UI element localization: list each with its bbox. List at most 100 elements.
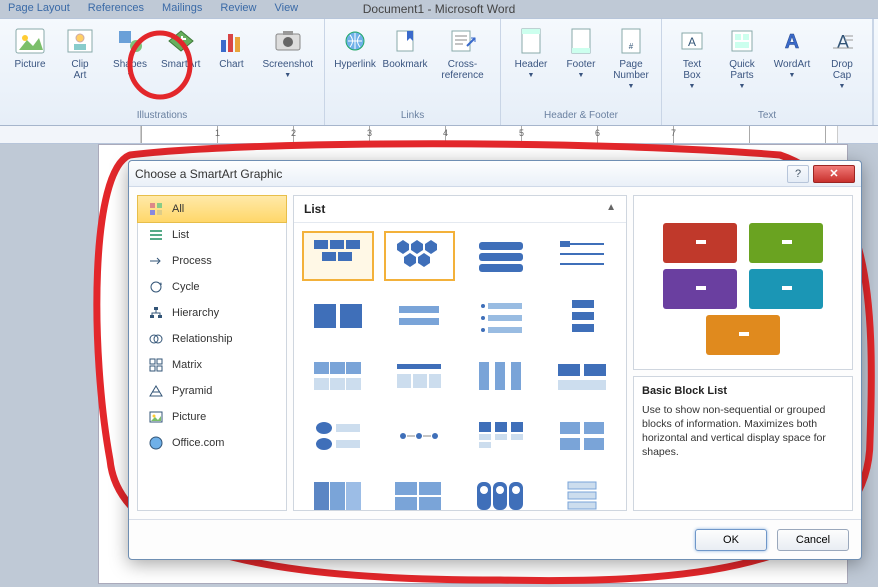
category-list-item[interactable]: List bbox=[138, 222, 286, 248]
dialog-buttons: OK Cancel bbox=[129, 519, 861, 559]
shapes-label: Shapes bbox=[113, 59, 147, 70]
chevron-down-icon: ▼ bbox=[578, 72, 585, 79]
svg-text:A: A bbox=[785, 31, 799, 53]
description-title: Basic Block List bbox=[642, 385, 844, 397]
hyperlink-label: Hyperlink bbox=[334, 59, 376, 70]
group-label-headerfooter: Header & Footer bbox=[544, 108, 618, 125]
wordart-icon: A bbox=[776, 25, 808, 57]
clipart-icon bbox=[64, 25, 96, 57]
hierarchy-icon bbox=[148, 305, 164, 321]
wordart-button[interactable]: A WordArt ▼ bbox=[770, 23, 814, 92]
description-text: Use to show non-sequential or grouped bl… bbox=[642, 403, 844, 459]
scroll-up-icon[interactable]: ▲ bbox=[606, 202, 616, 216]
clipart-button[interactable]: Clip Art bbox=[58, 23, 102, 83]
gallery-item[interactable] bbox=[547, 471, 619, 510]
picture-icon bbox=[14, 25, 46, 57]
help-button[interactable]: ? bbox=[787, 165, 809, 183]
relationship-icon bbox=[148, 331, 164, 347]
category-cycle[interactable]: Cycle bbox=[138, 274, 286, 300]
dialog-titlebar[interactable]: Choose a SmartArt Graphic ? ✕ bbox=[129, 161, 861, 187]
gallery-item[interactable] bbox=[465, 471, 537, 510]
textbox-label: Text Box bbox=[683, 59, 701, 81]
hyperlink-button[interactable]: Hyperlink bbox=[333, 23, 377, 83]
clipart-label: Clip Art bbox=[71, 59, 88, 81]
ribbon-tabs: Page Layout References Mailings Review V… bbox=[0, 2, 298, 14]
dropcap-button[interactable]: A Drop Cap ▼ bbox=[820, 23, 864, 92]
tab-page-layout[interactable]: Page Layout bbox=[8, 2, 70, 14]
textbox-button[interactable]: A Text Box ▼ bbox=[670, 23, 714, 92]
gallery-item[interactable] bbox=[302, 351, 374, 401]
bookmark-icon bbox=[389, 25, 421, 57]
wordart-label: WordArt bbox=[774, 59, 811, 70]
gallery-item[interactable] bbox=[302, 231, 374, 281]
gallery-item[interactable] bbox=[302, 471, 374, 510]
tab-references[interactable]: References bbox=[88, 2, 144, 14]
category-process[interactable]: Process bbox=[138, 248, 286, 274]
cancel-button[interactable]: Cancel bbox=[777, 529, 849, 551]
ribbon-side-options: Signatu Date & Object bbox=[873, 19, 878, 125]
gallery-item[interactable] bbox=[547, 231, 619, 281]
gallery-item[interactable] bbox=[547, 351, 619, 401]
close-button[interactable]: ✕ bbox=[813, 165, 855, 183]
ribbon-group-links: Hyperlink Bookmark Cross-reference Links bbox=[325, 19, 501, 125]
tab-mailings[interactable]: Mailings bbox=[162, 2, 202, 14]
picture-button[interactable]: Picture bbox=[8, 23, 52, 83]
category-all[interactable]: All bbox=[137, 195, 287, 223]
category-picture[interactable]: Picture bbox=[138, 404, 286, 430]
gallery-item[interactable] bbox=[302, 411, 374, 461]
ok-button[interactable]: OK bbox=[695, 529, 767, 551]
header-button[interactable]: Header ▼ bbox=[509, 23, 553, 92]
hyperlink-icon bbox=[339, 25, 371, 57]
chart-label: Chart bbox=[219, 59, 243, 70]
gallery-item[interactable] bbox=[465, 291, 537, 341]
gallery-item[interactable] bbox=[465, 351, 537, 401]
crossref-label: Cross-reference bbox=[436, 59, 489, 81]
smartart-button[interactable]: SmartArt bbox=[158, 23, 203, 83]
footer-label: Footer bbox=[567, 59, 596, 70]
category-matrix[interactable]: Matrix bbox=[138, 352, 286, 378]
category-relationship[interactable]: Relationship bbox=[138, 326, 286, 352]
category-pyramid[interactable]: Pyramid bbox=[138, 378, 286, 404]
crossref-icon bbox=[447, 25, 479, 57]
screenshot-icon bbox=[272, 25, 304, 57]
chevron-down-icon: ▼ bbox=[127, 72, 134, 79]
gallery-item[interactable] bbox=[547, 411, 619, 461]
gallery-item[interactable] bbox=[384, 291, 456, 341]
dropcap-icon: A bbox=[826, 25, 858, 57]
ribbon-group-illustrations: Picture Clip Art Shapes ▼ SmartArt bbox=[0, 19, 325, 125]
app-title: Document1 - Microsoft Word bbox=[363, 2, 516, 16]
chart-button[interactable]: Chart bbox=[209, 23, 253, 83]
bookmark-button[interactable]: Bookmark bbox=[383, 23, 427, 83]
tab-view[interactable]: View bbox=[274, 2, 298, 14]
gallery-item[interactable] bbox=[465, 231, 537, 281]
ruler-scale: 1 2 3 4 5 6 7 bbox=[140, 126, 838, 143]
description-box: Basic Block List Use to show non-sequent… bbox=[633, 376, 853, 511]
shapes-button[interactable]: Shapes ▼ bbox=[108, 23, 152, 83]
screenshot-label: Screenshot bbox=[262, 59, 313, 70]
chevron-down-icon: ▼ bbox=[789, 72, 796, 79]
gallery-item[interactable] bbox=[384, 351, 456, 401]
gallery-item[interactable] bbox=[384, 471, 456, 510]
group-label-links: Links bbox=[401, 108, 424, 125]
textbox-icon: A bbox=[676, 25, 708, 57]
pagenum-button[interactable]: # Page Number ▼ bbox=[609, 23, 653, 92]
category-hierarchy[interactable]: Hierarchy bbox=[138, 300, 286, 326]
gallery-item[interactable] bbox=[547, 291, 619, 341]
crossref-button[interactable]: Cross-reference bbox=[433, 23, 492, 83]
gallery-header: List bbox=[304, 202, 325, 216]
tab-review[interactable]: Review bbox=[220, 2, 256, 14]
gallery-item[interactable] bbox=[465, 411, 537, 461]
chevron-down-icon: ▼ bbox=[528, 72, 535, 79]
category-officecom[interactable]: Office.com bbox=[138, 430, 286, 456]
quickparts-button[interactable]: Quick Parts ▼ bbox=[720, 23, 764, 92]
gallery-grid[interactable] bbox=[294, 223, 626, 510]
screenshot-button[interactable]: Screenshot ▼ bbox=[259, 23, 316, 83]
svg-text:A: A bbox=[837, 32, 849, 52]
gallery-item[interactable] bbox=[302, 291, 374, 341]
gallery-item[interactable] bbox=[384, 231, 456, 281]
gallery-item[interactable] bbox=[384, 411, 456, 461]
smartart-label: SmartArt bbox=[161, 59, 200, 70]
footer-button[interactable]: Footer ▼ bbox=[559, 23, 603, 92]
ribbon-group-text: A Text Box ▼ Quick Parts ▼ A WordArt ▼ bbox=[662, 19, 873, 125]
ruler: 1 2 3 4 5 6 7 bbox=[0, 126, 878, 144]
